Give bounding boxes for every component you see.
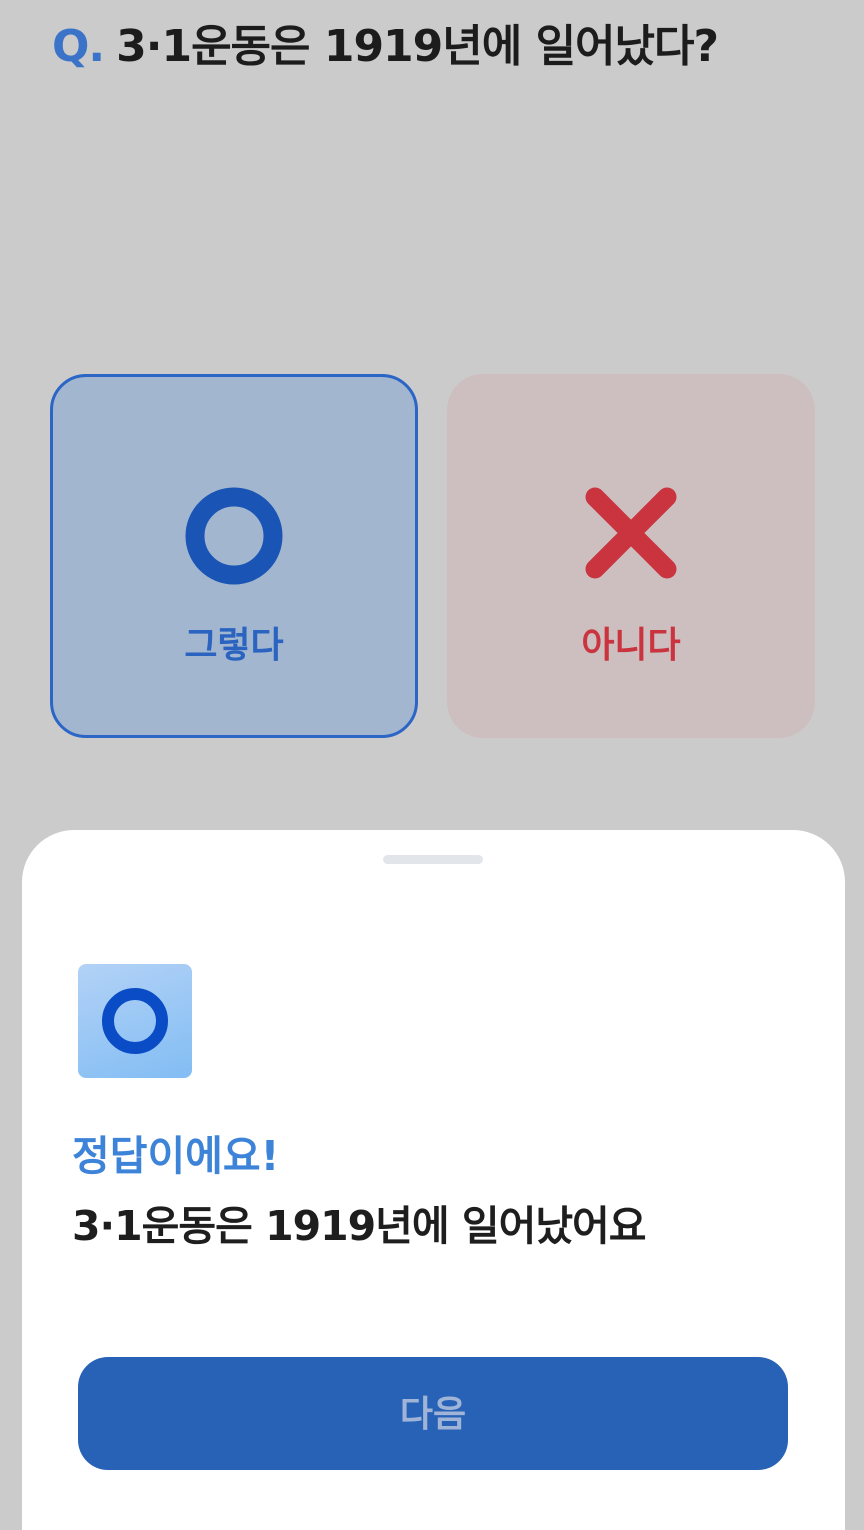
result-description: 3·1운동은 1919년에 일어났어요: [72, 1202, 646, 1250]
result-badge: [78, 964, 192, 1078]
answer-yes-button[interactable]: 그렇다: [50, 374, 418, 738]
question-text: Q. 3·1운동은 1919년에 일어났다?: [52, 10, 719, 74]
answer-no-label: 아니다: [581, 625, 681, 666]
circle-o-icon: [102, 988, 168, 1054]
question-prefix: Q.: [52, 21, 105, 72]
cross-x-icon: [585, 487, 677, 579]
result-title: 정답이에요!: [72, 1132, 280, 1180]
circle-o-icon: [185, 487, 283, 585]
answer-no-button[interactable]: 아니다: [447, 374, 815, 738]
result-bottom-sheet: 정답이에요! 3·1운동은 1919년에 일어났어요 다음: [22, 830, 845, 1530]
answer-yes-label: 그렇다: [184, 625, 284, 666]
next-button[interactable]: 다음: [78, 1357, 788, 1470]
question-body: 3·1운동은 1919년에 일어났다?: [116, 21, 719, 72]
sheet-drag-handle[interactable]: [383, 855, 483, 864]
